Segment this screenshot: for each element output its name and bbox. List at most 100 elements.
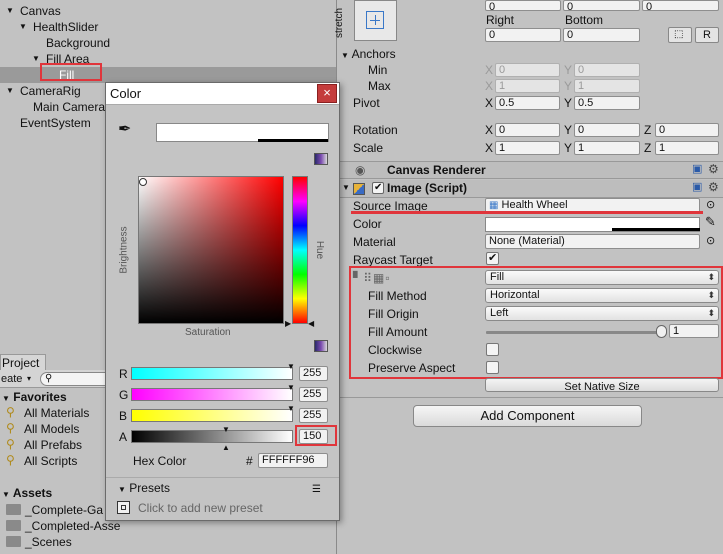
canvas-renderer-title: Canvas Renderer [387,163,486,177]
collapse-arrow-icon[interactable]: ▼ [6,84,14,98]
alpha-highlight [295,425,337,446]
favorites-header[interactable]: ▼ Favorites [2,390,67,406]
presets-menu-icon[interactable]: ☰ [312,483,321,497]
project-tab[interactable]: Project [0,354,46,370]
blueprint-mode-button[interactable]: ⬚ [668,27,692,43]
collapse-arrow-icon[interactable]: ▼ [6,4,14,18]
slider-handle-icon[interactable]: ▲ [222,441,230,455]
min-y-field[interactable]: 0 [574,63,640,77]
fill-amount-slider-track[interactable] [486,331,662,334]
channel-value-field[interactable]: 255 [299,408,328,423]
canvas-renderer-icon: ◉ [355,163,366,177]
assets-header[interactable]: ▼ Assets [2,486,52,502]
right-field[interactable]: 0 [485,28,561,42]
eyedropper-icon[interactable]: ✒ [118,122,131,138]
color-cursor[interactable] [139,178,147,186]
saturation-brightness-box[interactable] [138,176,284,324]
hue-slider-handle-icon[interactable]: ◀ [308,317,314,331]
image-type-dropdown[interactable]: Fill [485,270,719,285]
rect-top-field-3[interactable]: 0 [642,0,719,11]
fill-method-dropdown[interactable]: Horizontal [485,288,719,303]
image-component-icon [353,183,365,195]
pivot-x-field[interactable]: 0.5 [495,96,560,110]
set-native-size-button[interactable]: Set Native Size [485,378,719,393]
channel-value-field[interactable]: 255 [299,366,328,381]
component-enabled-checkbox[interactable]: ✔ [372,182,384,194]
add-preset-hint: Click to add new preset [138,501,263,515]
hierarchy-item-label: CameraRig [20,84,81,98]
fill-amount-slider-thumb[interactable] [656,325,667,338]
slider-mode-toggle-icon[interactable] [314,340,328,352]
asset-folder[interactable]: _Scenes [6,534,130,550]
clockwise-checkbox[interactable] [486,343,499,356]
hue-slider-handle-icon[interactable]: ▶ [285,317,291,331]
preserve-aspect-checkbox[interactable] [486,361,499,374]
channel-value-field[interactable]: 255 [299,387,328,402]
anchor-preset-icon [366,11,384,29]
scale-z-field[interactable]: 1 [655,141,719,155]
scale-x-field[interactable]: 1 [495,141,560,155]
material-field[interactable]: None (Material) [485,234,700,249]
pivot-y-field[interactable]: 0.5 [574,96,640,110]
object-picker-icon[interactable]: ⊙ [706,234,715,248]
channel-slider[interactable] [131,409,293,422]
gear-icon[interactable]: ⚙ [708,180,719,194]
rotation-x-field[interactable]: 0 [495,123,560,137]
fill-amount-field[interactable]: 1 [669,324,719,338]
collapse-arrow-icon[interactable]: ▼ [19,20,27,34]
scale-y-label: Y [564,141,573,155]
bottom-field[interactable]: 0 [563,28,640,42]
slider-handle-icon[interactable]: ▼ [287,402,295,416]
slider-handle-icon[interactable]: ▼ [287,360,295,374]
source-image-value: Health Wheel [501,199,568,211]
hue-slider[interactable] [292,176,308,324]
anchor-preset-button[interactable] [354,0,397,41]
presets-divider [106,477,339,478]
image-script-header[interactable]: ▼ ✔ Image (Script) ▣ ⚙ [337,180,723,198]
presets-foldout[interactable]: ▼ Presets [118,481,170,497]
raycast-target-checkbox[interactable]: ✔ [486,252,499,265]
channel-slider[interactable] [131,367,293,380]
gear-icon[interactable]: ⚙ [708,162,719,176]
color-swatch[interactable] [485,217,700,232]
rotation-y-field[interactable]: 0 [574,123,640,137]
hierarchy-item[interactable]: ▼ Canvas [0,3,336,19]
rect-top-field-1[interactable]: 0 [485,0,561,11]
color-preview-alpha-bar [258,139,328,142]
rotation-label: Rotation [353,123,398,137]
color-mode-toggle-icon[interactable] [314,153,328,165]
scale-y-field[interactable]: 1 [574,141,640,155]
canvas-renderer-header[interactable]: ◉ Canvas Renderer ▣ ⚙ [337,161,723,179]
help-icon[interactable]: ▣ [692,180,702,194]
min-x-label: X [485,63,494,77]
slider-handle-icon[interactable]: ▼ [287,381,295,395]
hierarchy-item[interactable]: Background [0,35,336,51]
hex-color-field[interactable]: FFFFFF96 [258,453,328,468]
rotation-x-label: X [485,123,494,137]
fill-highlight [40,63,102,81]
channel-slider[interactable] [131,430,293,443]
eyedropper-icon[interactable]: ✎ [705,215,716,229]
help-icon[interactable]: ▣ [692,162,702,176]
fill-origin-dropdown[interactable]: Left [485,306,719,321]
close-button[interactable]: × [317,84,337,103]
hex-hash-label: # [246,454,253,468]
hierarchy-item-label: HealthSlider [33,20,99,34]
rotation-z-field[interactable]: 0 [655,123,719,137]
hierarchy-item[interactable]: ▼ HealthSlider [0,19,336,35]
raw-edit-label: R [703,29,711,41]
channel-slider[interactable] [131,388,293,401]
add-component-button[interactable]: Add Component [413,405,642,427]
add-preset-button[interactable] [117,501,130,514]
collapse-arrow-icon[interactable]: ▼ [32,52,40,66]
anchors-foldout[interactable]: ▼ Anchors [341,47,396,63]
object-picker-icon[interactable]: ⊙ [706,198,715,212]
create-button[interactable]: eate ▾ [0,372,36,387]
color-picker-titlebar[interactable]: Color × [106,83,339,105]
min-x-field[interactable]: 0 [495,63,560,77]
rect-top-field-2[interactable]: 0 [563,0,640,11]
max-x-field[interactable]: 1 [495,79,560,93]
raw-edit-button[interactable]: R [695,27,719,43]
max-y-field[interactable]: 1 [574,79,640,93]
slider-handle-icon[interactable]: ▼ [222,423,230,437]
